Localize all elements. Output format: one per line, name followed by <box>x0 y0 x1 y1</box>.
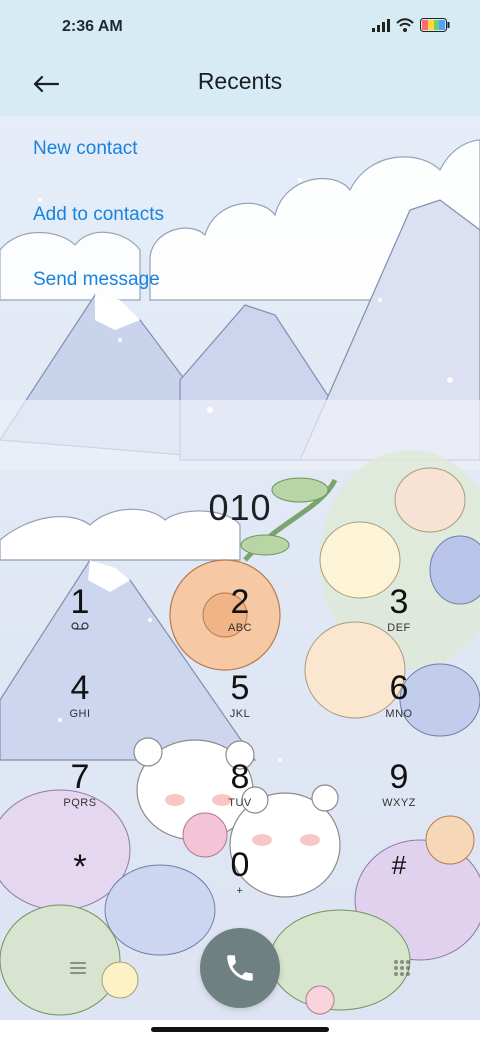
dialer-screen: 2:36 AM Recents New contact Add to conta… <box>0 0 480 1040</box>
voicemail-icon <box>71 622 89 630</box>
key-digit: 0 <box>230 846 250 884</box>
dialpad-toggle-button[interactable] <box>382 948 422 988</box>
home-indicator[interactable] <box>151 1027 329 1032</box>
key-4[interactable]: 4 GHI <box>25 668 135 746</box>
key-letters: PQRS <box>63 797 97 809</box>
key-star[interactable]: * <box>25 847 135 925</box>
key-digit: 3 <box>389 583 409 621</box>
menu-button[interactable] <box>58 948 98 988</box>
key-letters: GHI <box>69 708 91 720</box>
page-title: Recents <box>197 68 283 94</box>
key-digit: 5 <box>230 669 250 707</box>
battery-icon <box>420 18 450 32</box>
signal-icon <box>372 18 390 32</box>
key-0[interactable]: 0 + <box>185 845 295 923</box>
dialpad-icon <box>394 960 410 976</box>
key-digit: 6 <box>389 669 409 707</box>
menu-icon <box>70 962 86 974</box>
key-digit: 2 <box>230 583 250 621</box>
key-digit: 4 <box>70 669 90 707</box>
key-letters: TUV <box>228 797 252 809</box>
key-digit: # <box>391 850 407 880</box>
key-1[interactable]: 1 <box>25 582 135 660</box>
key-letters: MNO <box>385 708 413 720</box>
new-contact-link[interactable]: New contact <box>33 138 138 160</box>
status-time: 2:36 AM <box>62 18 123 35</box>
status-icons <box>372 18 450 32</box>
dialed-number: 010 <box>208 487 272 528</box>
key-2[interactable]: 2 ABC <box>185 582 295 660</box>
key-9[interactable]: 9 WXYZ <box>344 757 454 835</box>
key-letters: JKL <box>229 708 251 720</box>
key-letters: DEF <box>387 622 411 634</box>
key-digit: 7 <box>70 758 90 796</box>
key-letters: + <box>236 885 244 897</box>
key-7[interactable]: 7 PQRS <box>25 757 135 835</box>
add-to-contacts-link[interactable]: Add to contacts <box>33 204 164 226</box>
key-hash[interactable]: # <box>344 845 454 923</box>
wifi-icon <box>396 18 414 32</box>
key-digit: 8 <box>230 758 250 796</box>
key-letters: ABC <box>227 622 253 634</box>
send-message-link[interactable]: Send message <box>33 269 160 291</box>
key-6[interactable]: 6 MNO <box>344 668 454 746</box>
key-3[interactable]: 3 DEF <box>344 582 454 660</box>
key-5[interactable]: 5 JKL <box>185 668 295 746</box>
status-bar: 2:36 AM <box>0 0 480 56</box>
phone-icon <box>227 955 253 981</box>
call-button[interactable] <box>200 928 280 1008</box>
key-digit: 1 <box>70 583 90 621</box>
key-letters: WXYZ <box>382 797 416 809</box>
key-digit: 9 <box>389 758 409 796</box>
key-digit: * <box>73 848 87 886</box>
app-bar: Recents <box>0 56 480 116</box>
key-8[interactable]: 8 TUV <box>185 757 295 835</box>
